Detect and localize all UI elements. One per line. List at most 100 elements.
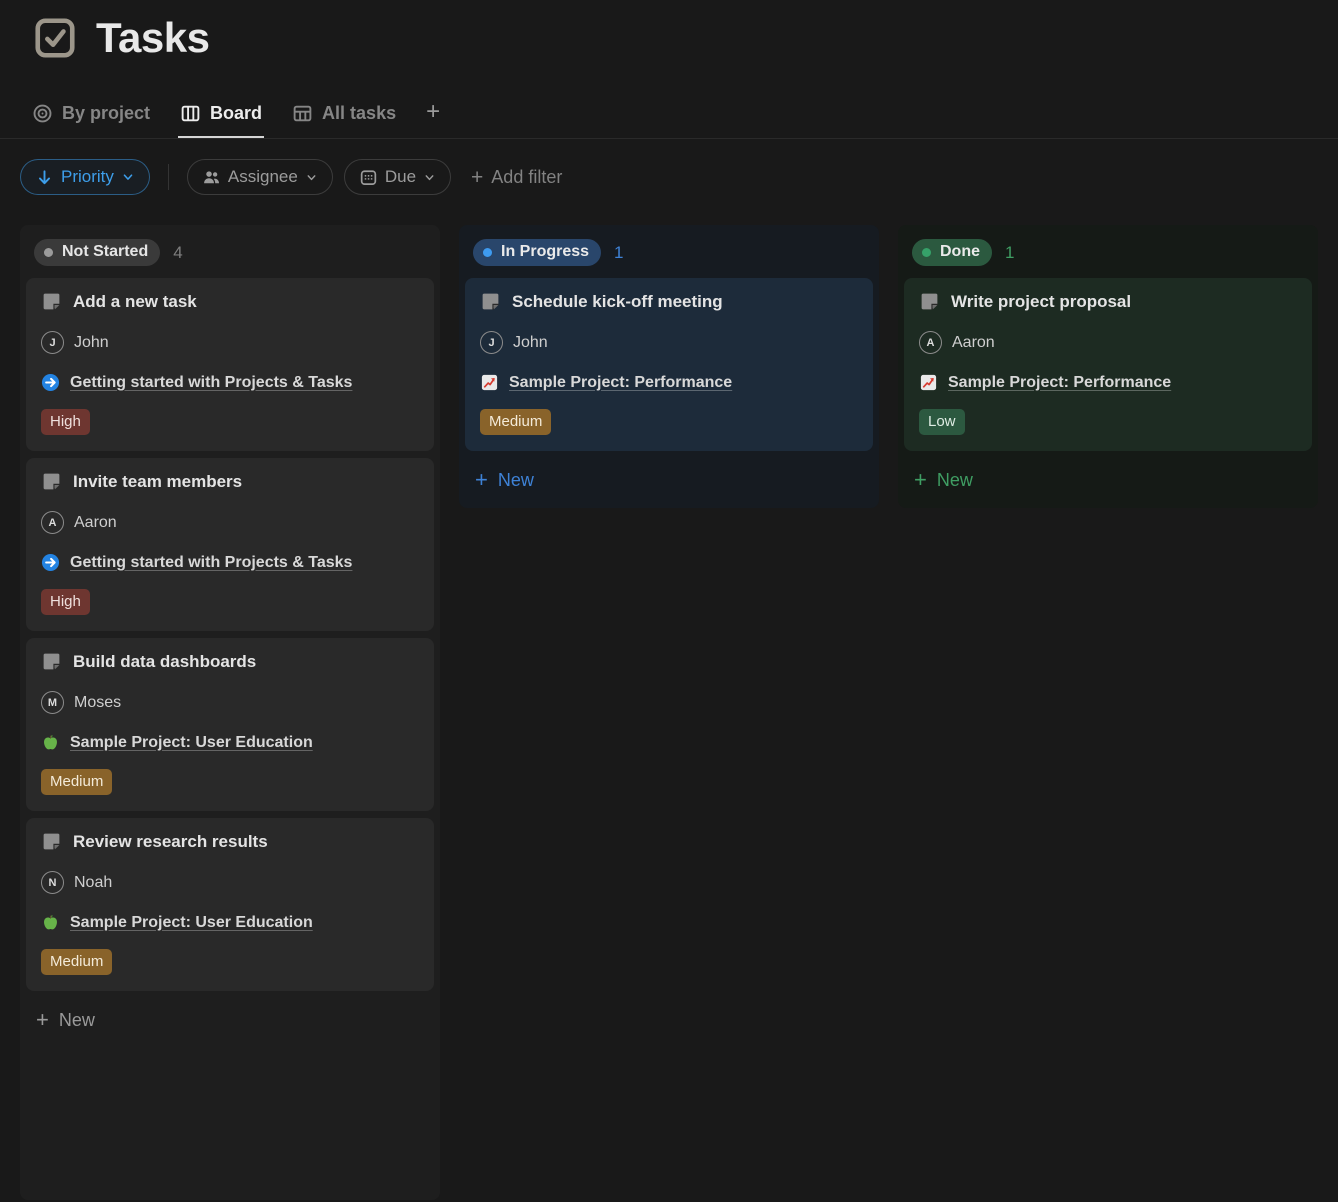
status-dot-icon: [483, 248, 492, 257]
checkbox-icon: [32, 15, 78, 61]
column-count: 1: [1005, 243, 1014, 263]
priority-badge: High: [41, 589, 90, 615]
chevron-down-icon: [305, 171, 318, 184]
column-status-label: In Progress: [501, 243, 589, 261]
assignee-name: John: [513, 334, 548, 352]
due-filter-button[interactable]: Due: [344, 159, 451, 195]
column-count: 1: [614, 243, 623, 263]
apple-icon: [41, 913, 60, 932]
assignee-name: Moses: [74, 694, 121, 712]
page-header: Tasks: [0, 0, 1338, 62]
assignee-initial: M: [48, 697, 57, 709]
priority-badge: Low: [919, 409, 965, 435]
new-card-button[interactable]: + New: [465, 458, 873, 502]
page-title: Tasks: [96, 14, 209, 62]
kanban-column: Done 1 Write project proposal A Aaron: [898, 225, 1318, 508]
project-link[interactable]: Sample Project: User Education: [70, 914, 313, 932]
page-icon: [919, 291, 940, 312]
project-link[interactable]: Sample Project: Performance: [948, 374, 1171, 392]
new-card-button[interactable]: + New: [904, 458, 1312, 502]
column-cards: Add a new task J John Getting started w: [26, 278, 434, 991]
assignee-name: Aaron: [952, 334, 995, 352]
new-button-label: New: [937, 470, 973, 491]
tab-all-tasks[interactable]: All tasks: [290, 95, 398, 138]
people-icon: [202, 168, 221, 187]
project-row: Getting started with Projects & Tasks: [41, 373, 419, 392]
task-card[interactable]: Schedule kick-off meeting J John Sample: [465, 278, 873, 451]
calendar-icon: [359, 168, 378, 187]
assignee-name: Noah: [74, 874, 112, 892]
avatar: M: [41, 691, 64, 714]
apple-icon: [41, 733, 60, 752]
new-button-label: New: [59, 1010, 95, 1031]
new-card-button[interactable]: + New: [26, 998, 434, 1042]
assignee-row: A Aaron: [919, 331, 1297, 354]
column-cards: Schedule kick-off meeting J John Sample: [465, 278, 873, 451]
kanban-column: In Progress 1 Schedule kick-off meeting …: [459, 225, 879, 508]
column-status-pill[interactable]: Done: [912, 239, 992, 266]
tab-by-project[interactable]: By project: [30, 95, 152, 138]
assignee-row: J John: [480, 331, 858, 354]
assignee-row: J John: [41, 331, 419, 354]
filter-bar: Priority Assignee Due + A: [20, 159, 1338, 195]
avatar: J: [41, 331, 64, 354]
card-title: Write project proposal: [951, 292, 1131, 312]
new-button-label: New: [498, 470, 534, 491]
column-status-pill[interactable]: In Progress: [473, 239, 601, 266]
sort-priority-button[interactable]: Priority: [20, 159, 150, 195]
project-link[interactable]: Getting started with Projects & Tasks: [70, 554, 352, 572]
project-link[interactable]: Sample Project: User Education: [70, 734, 313, 752]
arrow-circle-icon: [41, 373, 60, 392]
plus-icon: +: [36, 1009, 49, 1031]
assignee-filter-button[interactable]: Assignee: [187, 159, 333, 195]
page-icon: [41, 831, 62, 852]
sort-label: Priority: [61, 167, 114, 187]
project-link[interactable]: Getting started with Projects & Tasks: [70, 374, 352, 392]
card-title: Review research results: [73, 832, 268, 852]
column-status-pill[interactable]: Not Started: [34, 239, 160, 266]
page-icon: [480, 291, 501, 312]
assignee-name: John: [74, 334, 109, 352]
card-title: Invite team members: [73, 472, 242, 492]
board-icon: [180, 103, 201, 124]
task-card[interactable]: Review research results N Noah Sample P: [26, 818, 434, 991]
due-filter-label: Due: [385, 167, 416, 187]
assignee-filter-label: Assignee: [228, 167, 298, 187]
status-dot-icon: [44, 248, 53, 257]
tab-board[interactable]: Board: [178, 95, 264, 138]
avatar: N: [41, 871, 64, 894]
assignee-initial: A: [927, 337, 935, 349]
project-link[interactable]: Sample Project: Performance: [509, 374, 732, 392]
column-status-label: Not Started: [62, 243, 148, 261]
avatar: J: [480, 331, 503, 354]
chart-icon: [919, 373, 938, 392]
kanban-column: Not Started 4 Add a new task J John: [20, 225, 440, 1200]
page-icon: [41, 291, 62, 312]
card-title: Schedule kick-off meeting: [512, 292, 723, 312]
priority-badge: Medium: [41, 769, 112, 795]
view-tabs: By project Board All tasks +: [0, 92, 1338, 139]
add-filter-button[interactable]: + Add filter: [471, 167, 562, 188]
project-row: Sample Project: Performance: [480, 373, 858, 392]
task-card[interactable]: Add a new task J John Getting started w: [26, 278, 434, 451]
arrow-circle-icon: [41, 553, 60, 572]
assignee-row: M Moses: [41, 691, 419, 714]
column-header: In Progress 1: [465, 231, 873, 278]
plus-icon: +: [475, 469, 488, 491]
chart-icon: [480, 373, 499, 392]
avatar: A: [919, 331, 942, 354]
task-card[interactable]: Build data dashboards M Moses Sample Pr: [26, 638, 434, 811]
assignee-row: A Aaron: [41, 511, 419, 534]
task-card[interactable]: Write project proposal A Aaron Sample P: [904, 278, 1312, 451]
plus-icon: +: [914, 469, 927, 491]
add-view-button[interactable]: +: [424, 92, 446, 138]
card-title: Add a new task: [73, 292, 197, 312]
project-row: Sample Project: Performance: [919, 373, 1297, 392]
board: Not Started 4 Add a new task J John: [0, 225, 1338, 1200]
column-header: Not Started 4: [26, 231, 434, 278]
target-icon: [32, 103, 53, 124]
project-row: Sample Project: User Education: [41, 913, 419, 932]
assignee-initial: N: [49, 877, 57, 889]
assignee-name: Aaron: [74, 514, 117, 532]
task-card[interactable]: Invite team members A Aaron Getting sta: [26, 458, 434, 631]
